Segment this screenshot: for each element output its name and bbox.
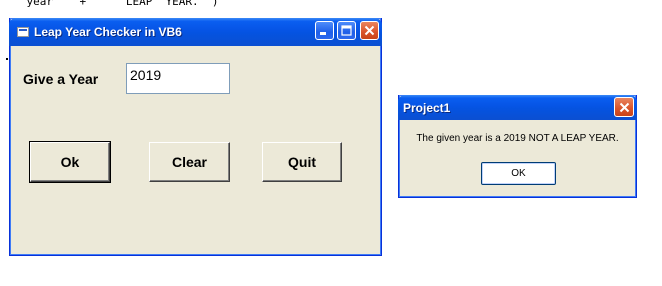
quit-button[interactable]: Quit — [262, 142, 342, 182]
close-icon — [364, 25, 375, 36]
minimize-icon — [320, 32, 326, 35]
background-dot — [6, 58, 8, 60]
background-code-snippet: " year " + " LEAP YEAR." ) — [0, 0, 219, 8]
leap-year-window: Leap Year Checker in VB6 Give a Year Ok … — [9, 18, 382, 256]
message-box-ok-button[interactable]: OK — [481, 162, 556, 185]
message-box-text: The given year is a 2019 NOT A LEAP YEAR… — [416, 133, 619, 144]
close-button[interactable] — [360, 21, 379, 40]
app-window-icon[interactable] — [17, 27, 29, 37]
clear-button[interactable]: Clear — [149, 142, 230, 182]
year-input[interactable] — [126, 63, 230, 94]
message-box-close-button[interactable] — [614, 97, 634, 117]
year-label: Give a Year — [23, 71, 99, 87]
message-box-title: Project1 — [403, 100, 451, 115]
message-box-window: Project1 The given year is a 2019 NOT A … — [398, 95, 637, 198]
main-titlebar[interactable]: Leap Year Checker in VB6 — [9, 18, 382, 46]
maximize-icon — [341, 25, 352, 36]
maximize-button[interactable] — [337, 21, 356, 40]
message-box-client: The given year is a 2019 NOT A LEAP YEAR… — [402, 120, 633, 194]
main-window-title: Leap Year Checker in VB6 — [34, 25, 182, 39]
main-client-area: Give a Year Ok Clear Quit — [13, 46, 378, 252]
message-box-titlebar[interactable]: Project1 — [398, 95, 637, 120]
ok-button[interactable]: Ok — [29, 141, 111, 183]
minimize-button[interactable] — [315, 21, 334, 40]
close-icon — [619, 102, 629, 112]
